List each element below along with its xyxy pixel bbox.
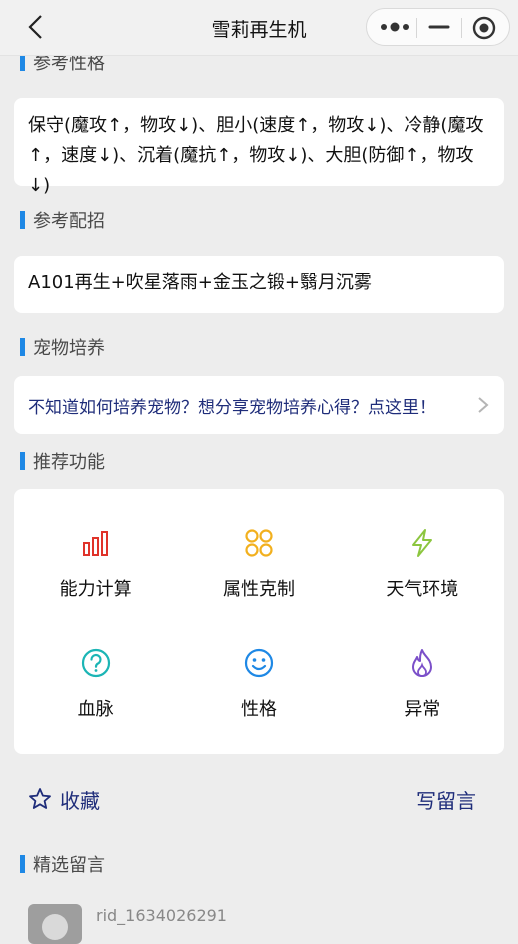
section-title: 推荐功能 (33, 452, 105, 473)
favorite-button[interactable]: 收藏 (28, 785, 100, 814)
section-title: 宠物培养 (33, 338, 105, 359)
feature-ability-calc[interactable]: 能力计算 (14, 527, 177, 647)
section-header-moves: 参考配招 (20, 210, 105, 232)
section-header-training: 宠物培养 (20, 337, 105, 359)
bar-chart-icon (82, 531, 108, 556)
minimize-icon[interactable] (427, 19, 451, 35)
lightning-icon (412, 529, 433, 557)
feature-label: 属性克制 (222, 579, 295, 600)
comment-item: rid_1634026291 (28, 904, 227, 944)
capsule-divider (461, 18, 462, 38)
star-icon (29, 788, 51, 809)
more-dots-icon[interactable] (379, 19, 411, 35)
feature-weather[interactable]: 天气环境 (341, 527, 504, 647)
action-row: 收藏 写留言 (0, 776, 518, 822)
close-target-icon[interactable] (471, 15, 497, 41)
training-link-card[interactable]: 不知道如何培养宠物？想分享宠物培养心得？点这里！ (14, 376, 504, 434)
section-header-recommend: 推荐功能 (20, 451, 105, 473)
moves-text: A101再生+吹星落雨+金玉之锻+翳月沉雾 (28, 272, 372, 293)
section-accent-bar (20, 211, 25, 229)
feature-label: 能力计算 (59, 579, 132, 600)
mini-program-capsule (366, 8, 510, 46)
feature-label: 异常 (404, 699, 441, 720)
section-title: 精选留言 (33, 855, 105, 876)
grid-circles-icon (245, 529, 273, 557)
question-circle-icon (81, 648, 110, 678)
favorite-label: 收藏 (60, 788, 100, 813)
moves-card: A101再生+吹星落雨+金玉之锻+翳月沉雾 (14, 256, 504, 313)
section-accent-bar (20, 452, 25, 470)
feature-nature[interactable]: 性格 (177, 647, 340, 767)
section-accent-bar (20, 855, 25, 873)
capsule-divider (416, 18, 417, 38)
write-comment-button[interactable]: 写留言 (416, 785, 476, 814)
feature-type-chart[interactable]: 属性克制 (177, 527, 340, 647)
comment-username: rid_1634026291 (96, 906, 227, 925)
smile-icon (244, 648, 274, 678)
features-card: 能力计算 属性克制 天气环境 血脉 性格 异常 (14, 489, 504, 754)
avatar (28, 904, 82, 944)
feature-bloodline[interactable]: 血脉 (14, 647, 177, 767)
training-link-text[interactable]: 不知道如何培养宠物？想分享宠物培养心得？点这里！ (28, 393, 436, 418)
features-grid: 能力计算 属性克制 天气环境 血脉 性格 异常 (14, 489, 504, 767)
feature-label: 性格 (240, 699, 277, 720)
section-accent-bar (20, 338, 25, 356)
feature-label: 天气环境 (386, 579, 459, 600)
feature-label: 血脉 (77, 699, 114, 720)
section-title: 参考配招 (33, 211, 105, 232)
chevron-right-icon (478, 397, 489, 413)
navbar: 雪莉再生机 (0, 0, 518, 56)
nature-text: 保守(魔攻↑，物攻↓)、胆小(速度↑，物攻↓)、冷静(魔攻↑，速度↓)、沉着(魔… (28, 115, 484, 196)
feature-status[interactable]: 异常 (341, 647, 504, 767)
flame-icon (412, 649, 433, 677)
section-header-comments: 精选留言 (20, 854, 105, 876)
nature-card: 保守(魔攻↑，物攻↓)、胆小(速度↑，物攻↓)、冷静(魔攻↑，速度↓)、沉着(魔… (14, 98, 504, 196)
